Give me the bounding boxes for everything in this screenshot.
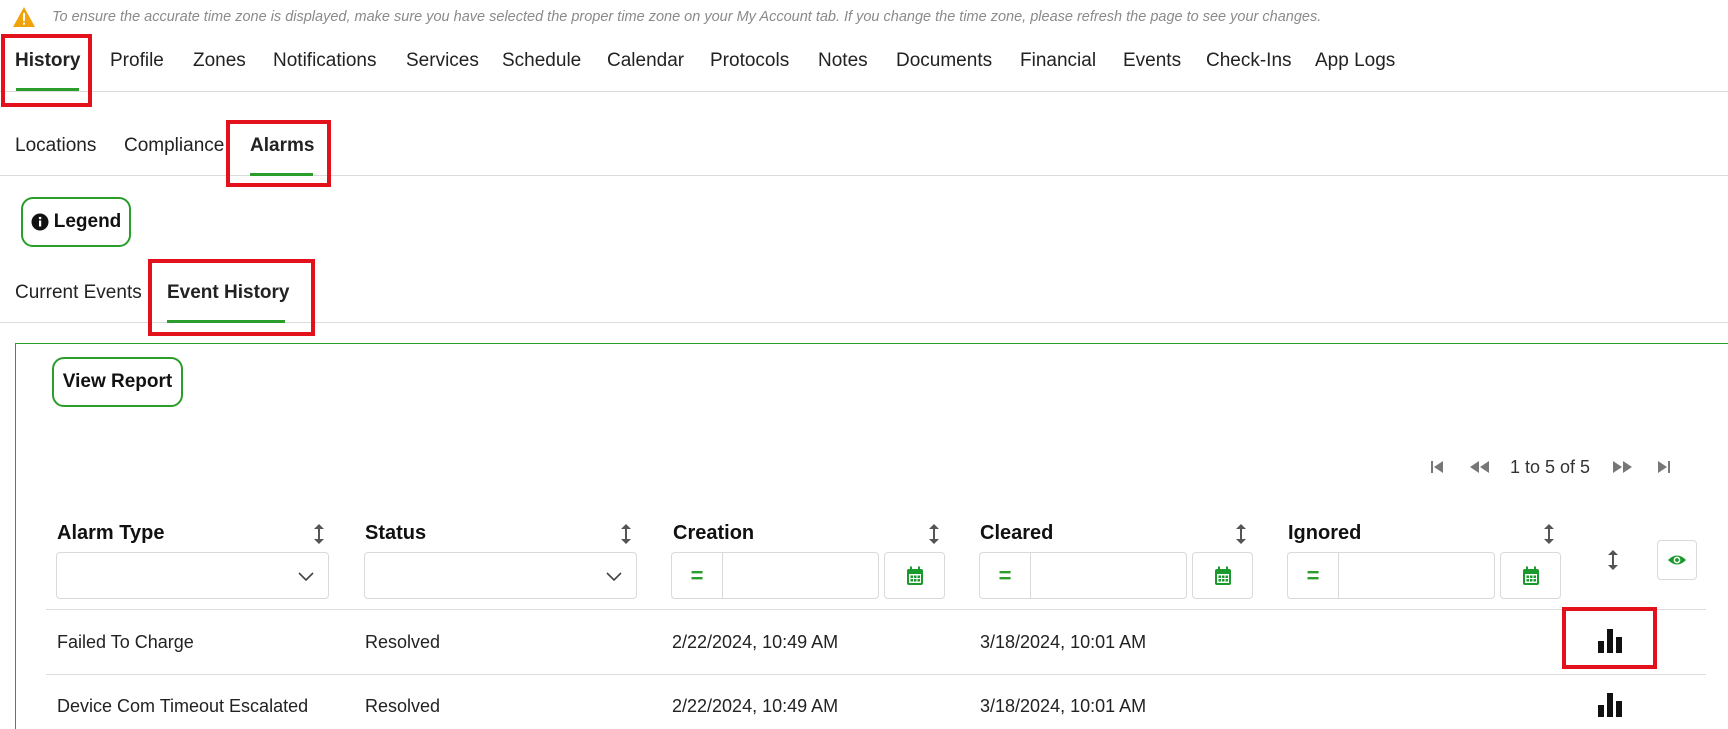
tab-schedule[interactable]: Schedule	[502, 50, 581, 72]
ignored-calendar-button[interactable]	[1500, 552, 1561, 599]
cleared-date-input[interactable]	[1030, 552, 1187, 599]
tab-notifications[interactable]: Notifications	[273, 50, 377, 72]
status-filter-select[interactable]	[364, 552, 637, 599]
calendar-icon	[1522, 566, 1539, 585]
tab-app-logs[interactable]: App Logs	[1315, 50, 1395, 72]
tab-profile[interactable]: Profile	[110, 50, 164, 72]
legend-label: Legend	[53, 211, 122, 232]
creation-operator-button[interactable]: =	[671, 552, 722, 599]
tab-documents[interactable]: Documents	[896, 50, 992, 72]
timezone-notice: To ensure the accurate time zone is disp…	[12, 6, 1321, 28]
row-1-cleared: 3/18/2024, 10:01 AM	[980, 632, 1147, 652]
ignored-operator-button[interactable]: =	[1287, 552, 1338, 599]
row-2-cleared: 3/18/2024, 10:01 AM	[980, 696, 1147, 716]
row-divider	[46, 674, 1706, 675]
sub-tab-bar: Locations Compliance Alarms	[0, 96, 1728, 176]
chevron-down-icon	[298, 572, 314, 582]
tab-event-history[interactable]: Event History	[167, 282, 289, 304]
bar-chart-icon[interactable]	[1595, 690, 1625, 718]
rewind-icon	[1470, 461, 1489, 473]
row-1-status: Resolved	[365, 632, 441, 652]
event-tab-bar: Current Events Event History	[0, 260, 1728, 323]
tab-alarms[interactable]: Alarms	[250, 135, 314, 157]
tab-notes[interactable]: Notes	[818, 50, 868, 72]
sort-icon[interactable]	[1234, 522, 1248, 546]
creation-calendar-button[interactable]	[884, 552, 945, 599]
eye-icon	[1668, 555, 1686, 565]
row-1-creation: 2/22/2024, 10:49 AM	[672, 632, 839, 652]
row-1-alarm-type: Failed To Charge	[57, 632, 194, 652]
calendar-icon	[1214, 566, 1231, 585]
creation-date-input[interactable]	[722, 552, 879, 599]
tab-compliance[interactable]: Compliance	[124, 135, 224, 157]
sort-icon[interactable]	[1542, 522, 1556, 546]
sort-icon[interactable]	[312, 522, 326, 546]
cleared-operator-button[interactable]: =	[979, 552, 1030, 599]
next-page-button[interactable]	[1609, 452, 1637, 482]
active-subtab-underline	[250, 173, 313, 176]
sort-icon[interactable]	[927, 522, 941, 546]
active-tab-underline	[16, 88, 79, 91]
pagination-status: 1 to 5 of 5	[1510, 457, 1591, 477]
column-header-status[interactable]: Status	[365, 522, 426, 545]
previous-page-button[interactable]	[1465, 452, 1493, 482]
active-eventtab-underline	[167, 320, 285, 323]
row-2-status: Resolved	[365, 696, 441, 716]
main-tab-bar: History Profile Zones Notifications Serv…	[0, 34, 1728, 92]
calendar-icon	[906, 566, 923, 585]
tab-history[interactable]: History	[15, 50, 80, 72]
info-icon	[31, 213, 49, 231]
first-page-button[interactable]	[1425, 452, 1449, 482]
tab-protocols[interactable]: Protocols	[710, 50, 789, 72]
ignored-date-input[interactable]	[1338, 552, 1495, 599]
event-history-panel	[15, 343, 1728, 729]
tab-calendar[interactable]: Calendar	[607, 50, 684, 72]
tab-services[interactable]: Services	[406, 50, 479, 72]
first-page-icon	[1431, 461, 1443, 473]
tab-financial[interactable]: Financial	[1020, 50, 1096, 72]
tab-check-ins[interactable]: Check-Ins	[1206, 50, 1292, 72]
column-visibility-button[interactable]	[1657, 540, 1697, 580]
alarm-type-filter-select[interactable]	[56, 552, 329, 599]
cleared-calendar-button[interactable]	[1192, 552, 1253, 599]
row-2-creation: 2/22/2024, 10:49 AM	[672, 696, 839, 716]
column-header-creation[interactable]: Creation	[673, 522, 754, 545]
fast-forward-icon	[1613, 461, 1632, 473]
row-divider	[46, 609, 1706, 610]
view-report-button[interactable]: View Report	[52, 357, 183, 407]
bar-chart-icon[interactable]	[1595, 626, 1625, 654]
last-page-icon	[1658, 461, 1670, 473]
chevron-down-icon	[606, 572, 622, 582]
tab-current-events[interactable]: Current Events	[15, 282, 142, 304]
tab-events[interactable]: Events	[1123, 50, 1181, 72]
tab-zones[interactable]: Zones	[193, 50, 246, 72]
sort-icon[interactable]	[619, 522, 633, 546]
sort-icon[interactable]	[1606, 548, 1620, 572]
column-header-alarm-type[interactable]: Alarm Type	[57, 522, 164, 545]
legend-button[interactable]: Legend	[21, 197, 131, 247]
row-2-alarm-type: Device Com Timeout Escalated	[57, 696, 309, 716]
tab-locations[interactable]: Locations	[15, 135, 96, 157]
last-page-button[interactable]	[1652, 452, 1676, 482]
warning-icon	[13, 7, 35, 27]
column-header-cleared[interactable]: Cleared	[980, 522, 1053, 545]
notice-text: To ensure the accurate time zone is disp…	[52, 9, 1322, 25]
column-header-ignored[interactable]: Ignored	[1288, 522, 1361, 545]
